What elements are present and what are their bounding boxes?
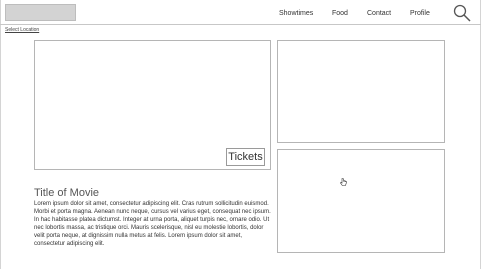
pointer-cursor-icon: [340, 178, 347, 186]
movie-title: Title of Movie: [34, 187, 100, 199]
side-panel-top: [277, 40, 445, 143]
search-icon[interactable]: [453, 4, 471, 22]
nav-profile[interactable]: Profile: [410, 10, 430, 17]
site-header: Showtimes Food Contact Profile: [0, 0, 481, 25]
tickets-button[interactable]: Tickets: [226, 148, 265, 166]
movie-description: Lorem ipsum dolor sit amet, consectetur …: [34, 201, 271, 247]
side-panel-bottom: [277, 149, 445, 253]
select-location-link[interactable]: Select Location: [5, 27, 39, 33]
nav-food[interactable]: Food: [332, 10, 348, 17]
frame-left-border: [0, 0, 1, 269]
logo-placeholder[interactable]: [5, 4, 76, 21]
page: Showtimes Food Contact Profile Select Lo…: [0, 0, 481, 269]
nav-contact[interactable]: Contact: [367, 10, 391, 17]
nav-showtimes[interactable]: Showtimes: [279, 10, 313, 17]
